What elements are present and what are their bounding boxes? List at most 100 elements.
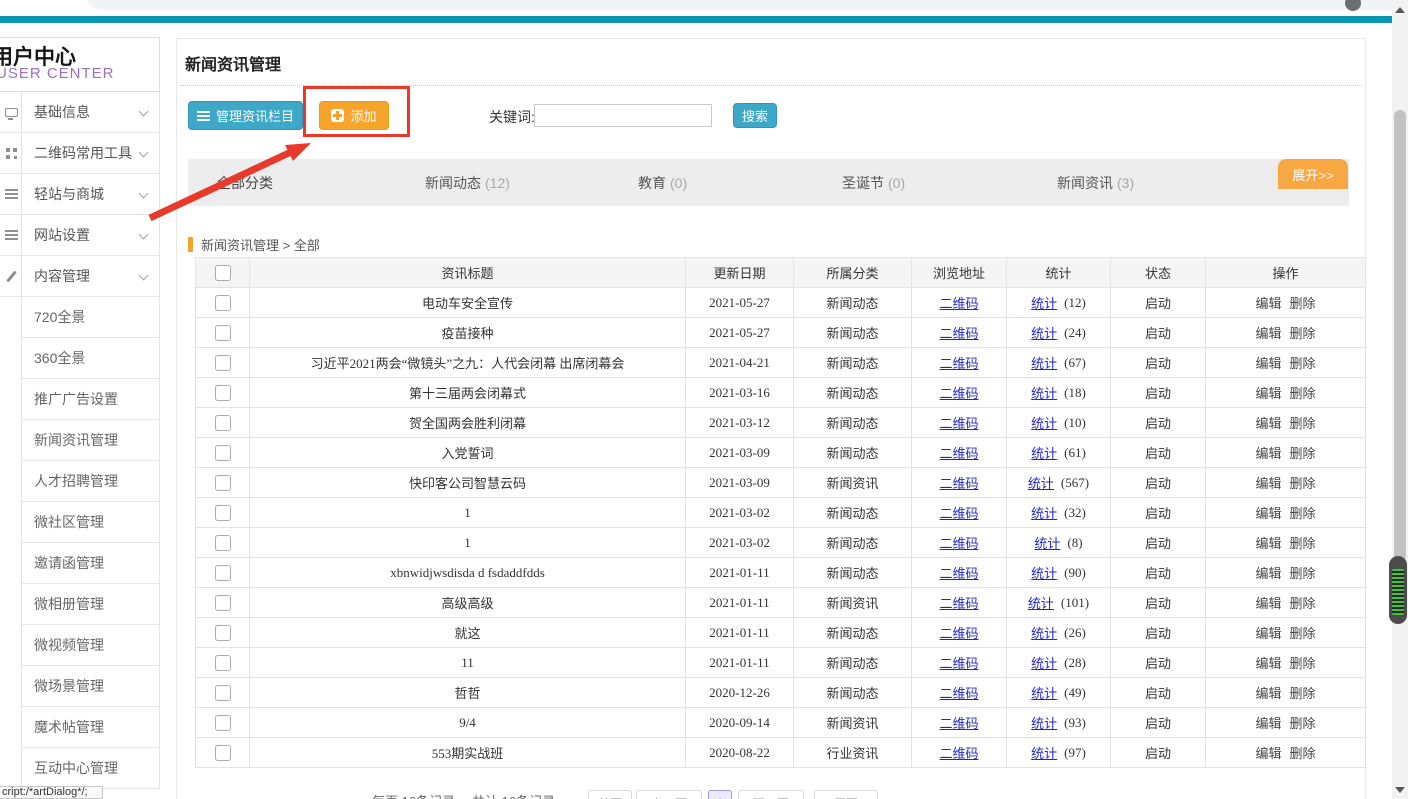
sidebar-submenu-item[interactable]: 邀请函管理 xyxy=(22,543,159,584)
delete-link[interactable]: 删除 xyxy=(1290,293,1316,312)
row-checkbox[interactable] xyxy=(215,415,231,431)
delete-link[interactable]: 删除 xyxy=(1290,623,1316,642)
qrcode-link[interactable]: 二维码 xyxy=(939,593,978,612)
sidebar-icon-cell[interactable] xyxy=(0,174,22,215)
category-tab[interactable]: 教育(0) xyxy=(638,173,687,193)
qrcode-link[interactable]: 二维码 xyxy=(939,743,978,762)
edit-link[interactable]: 编辑 xyxy=(1255,413,1281,432)
delete-link[interactable]: 删除 xyxy=(1290,383,1316,402)
stats-link[interactable]: 统计 xyxy=(1028,593,1054,612)
sidebar-submenu-item[interactable]: 魔术帖管理 xyxy=(22,707,159,748)
delete-link[interactable]: 删除 xyxy=(1290,323,1316,342)
keyword-input[interactable] xyxy=(534,104,712,127)
stats-link[interactable]: 统计 xyxy=(1031,413,1057,432)
qrcode-link[interactable]: 二维码 xyxy=(939,683,978,702)
delete-link[interactable]: 删除 xyxy=(1290,713,1316,732)
row-checkbox[interactable] xyxy=(215,445,231,461)
sidebar-menu-item[interactable]: 网站设置 xyxy=(22,215,159,256)
stats-link[interactable]: 统计 xyxy=(1034,533,1060,552)
edit-link[interactable]: 编辑 xyxy=(1255,683,1281,702)
edit-link[interactable]: 编辑 xyxy=(1255,593,1281,612)
scrollbar-thumb[interactable] xyxy=(1394,110,1406,562)
pagination-button[interactable]: 尾页 xyxy=(814,790,878,799)
qrcode-link[interactable]: 二维码 xyxy=(939,383,978,402)
row-checkbox[interactable] xyxy=(215,715,231,731)
sidebar-icon-cell[interactable] xyxy=(0,133,22,174)
row-checkbox[interactable] xyxy=(215,535,231,551)
expand-button[interactable]: 展开>> xyxy=(1278,159,1348,189)
select-all-checkbox[interactable] xyxy=(215,265,231,281)
row-checkbox[interactable] xyxy=(215,655,231,671)
qrcode-link[interactable]: 二维码 xyxy=(939,413,978,432)
pagination-button[interactable]: 1 xyxy=(708,790,732,799)
sidebar-submenu-item[interactable]: 360全景 xyxy=(22,338,159,379)
sidebar-menu-item[interactable]: 二维码常用工具 xyxy=(22,133,159,174)
row-checkbox[interactable] xyxy=(215,505,231,521)
sidebar-submenu-item[interactable]: 互动中心管理 xyxy=(22,748,159,789)
delete-link[interactable]: 删除 xyxy=(1290,563,1316,582)
stats-link[interactable]: 统计 xyxy=(1031,383,1057,402)
category-tab[interactable]: 全部分类 xyxy=(217,173,277,193)
qrcode-link[interactable]: 二维码 xyxy=(939,713,978,732)
edit-link[interactable]: 编辑 xyxy=(1255,743,1281,762)
sidebar-icon-cell[interactable] xyxy=(0,256,22,297)
manage-columns-button[interactable]: 管理资讯栏目 xyxy=(188,101,303,130)
scrollbar-gadget[interactable] xyxy=(1389,556,1407,624)
scroll-up-arrow-icon[interactable] xyxy=(1395,7,1405,13)
edit-link[interactable]: 编辑 xyxy=(1255,653,1281,672)
delete-link[interactable]: 删除 xyxy=(1290,353,1316,372)
row-checkbox[interactable] xyxy=(215,685,231,701)
sidebar-submenu-item[interactable]: 推广广告设置 xyxy=(22,379,159,420)
stats-link[interactable]: 统计 xyxy=(1031,323,1057,342)
qrcode-link[interactable]: 二维码 xyxy=(939,443,978,462)
stats-link[interactable]: 统计 xyxy=(1031,353,1057,372)
sidebar-submenu-item[interactable]: 新闻资讯管理 xyxy=(22,420,159,461)
row-checkbox[interactable] xyxy=(215,355,231,371)
row-checkbox[interactable] xyxy=(215,625,231,641)
category-tab[interactable]: 新闻资讯(3) xyxy=(1057,173,1134,193)
edit-link[interactable]: 编辑 xyxy=(1255,533,1281,552)
delete-link[interactable]: 删除 xyxy=(1290,503,1316,522)
qrcode-link[interactable]: 二维码 xyxy=(939,323,978,342)
edit-link[interactable]: 编辑 xyxy=(1255,473,1281,492)
pagination-button[interactable]: 首页 xyxy=(588,790,632,799)
stats-link[interactable]: 统计 xyxy=(1031,563,1057,582)
qrcode-link[interactable]: 二维码 xyxy=(939,503,978,522)
qrcode-link[interactable]: 二维码 xyxy=(939,653,978,672)
stats-link[interactable]: 统计 xyxy=(1031,653,1057,672)
stats-link[interactable]: 统计 xyxy=(1031,443,1057,462)
category-tab[interactable]: 圣诞节(0) xyxy=(842,173,905,193)
sidebar-icon-cell[interactable] xyxy=(0,92,22,133)
pagination-button[interactable]: 上一页 xyxy=(636,790,702,799)
edit-link[interactable]: 编辑 xyxy=(1255,383,1281,402)
sidebar-submenu-item[interactable]: 720全景 xyxy=(22,297,159,338)
sidebar-submenu-item[interactable]: 人才招聘管理 xyxy=(22,461,159,502)
edit-link[interactable]: 编辑 xyxy=(1255,353,1281,372)
search-button[interactable]: 搜索 xyxy=(733,103,777,128)
delete-link[interactable]: 删除 xyxy=(1290,653,1316,672)
delete-link[interactable]: 删除 xyxy=(1290,413,1316,432)
browser-address-bar[interactable] xyxy=(85,0,1408,10)
row-checkbox[interactable] xyxy=(215,295,231,311)
row-checkbox[interactable] xyxy=(215,745,231,761)
category-tab[interactable]: 新闻动态(12) xyxy=(425,173,510,193)
edit-link[interactable]: 编辑 xyxy=(1255,503,1281,522)
delete-link[interactable]: 删除 xyxy=(1290,443,1316,462)
delete-link[interactable]: 删除 xyxy=(1290,743,1316,762)
browser-scrollbar[interactable] xyxy=(1392,0,1408,799)
edit-link[interactable]: 编辑 xyxy=(1255,623,1281,642)
qrcode-link[interactable]: 二维码 xyxy=(939,533,978,552)
qrcode-link[interactable]: 二维码 xyxy=(939,563,978,582)
stats-link[interactable]: 统计 xyxy=(1031,293,1057,312)
qrcode-link[interactable]: 二维码 xyxy=(939,293,978,312)
row-checkbox[interactable] xyxy=(215,385,231,401)
edit-link[interactable]: 编辑 xyxy=(1255,293,1281,312)
stats-link[interactable]: 统计 xyxy=(1031,743,1057,762)
sidebar-submenu-item[interactable]: 微相册管理 xyxy=(22,584,159,625)
delete-link[interactable]: 删除 xyxy=(1290,593,1316,612)
sidebar-menu-item[interactable]: 基础信息 xyxy=(22,92,159,133)
sidebar-menu-item[interactable]: 内容管理 xyxy=(22,256,159,297)
stats-link[interactable]: 统计 xyxy=(1028,473,1054,492)
edit-link[interactable]: 编辑 xyxy=(1255,713,1281,732)
stats-link[interactable]: 统计 xyxy=(1031,683,1057,702)
